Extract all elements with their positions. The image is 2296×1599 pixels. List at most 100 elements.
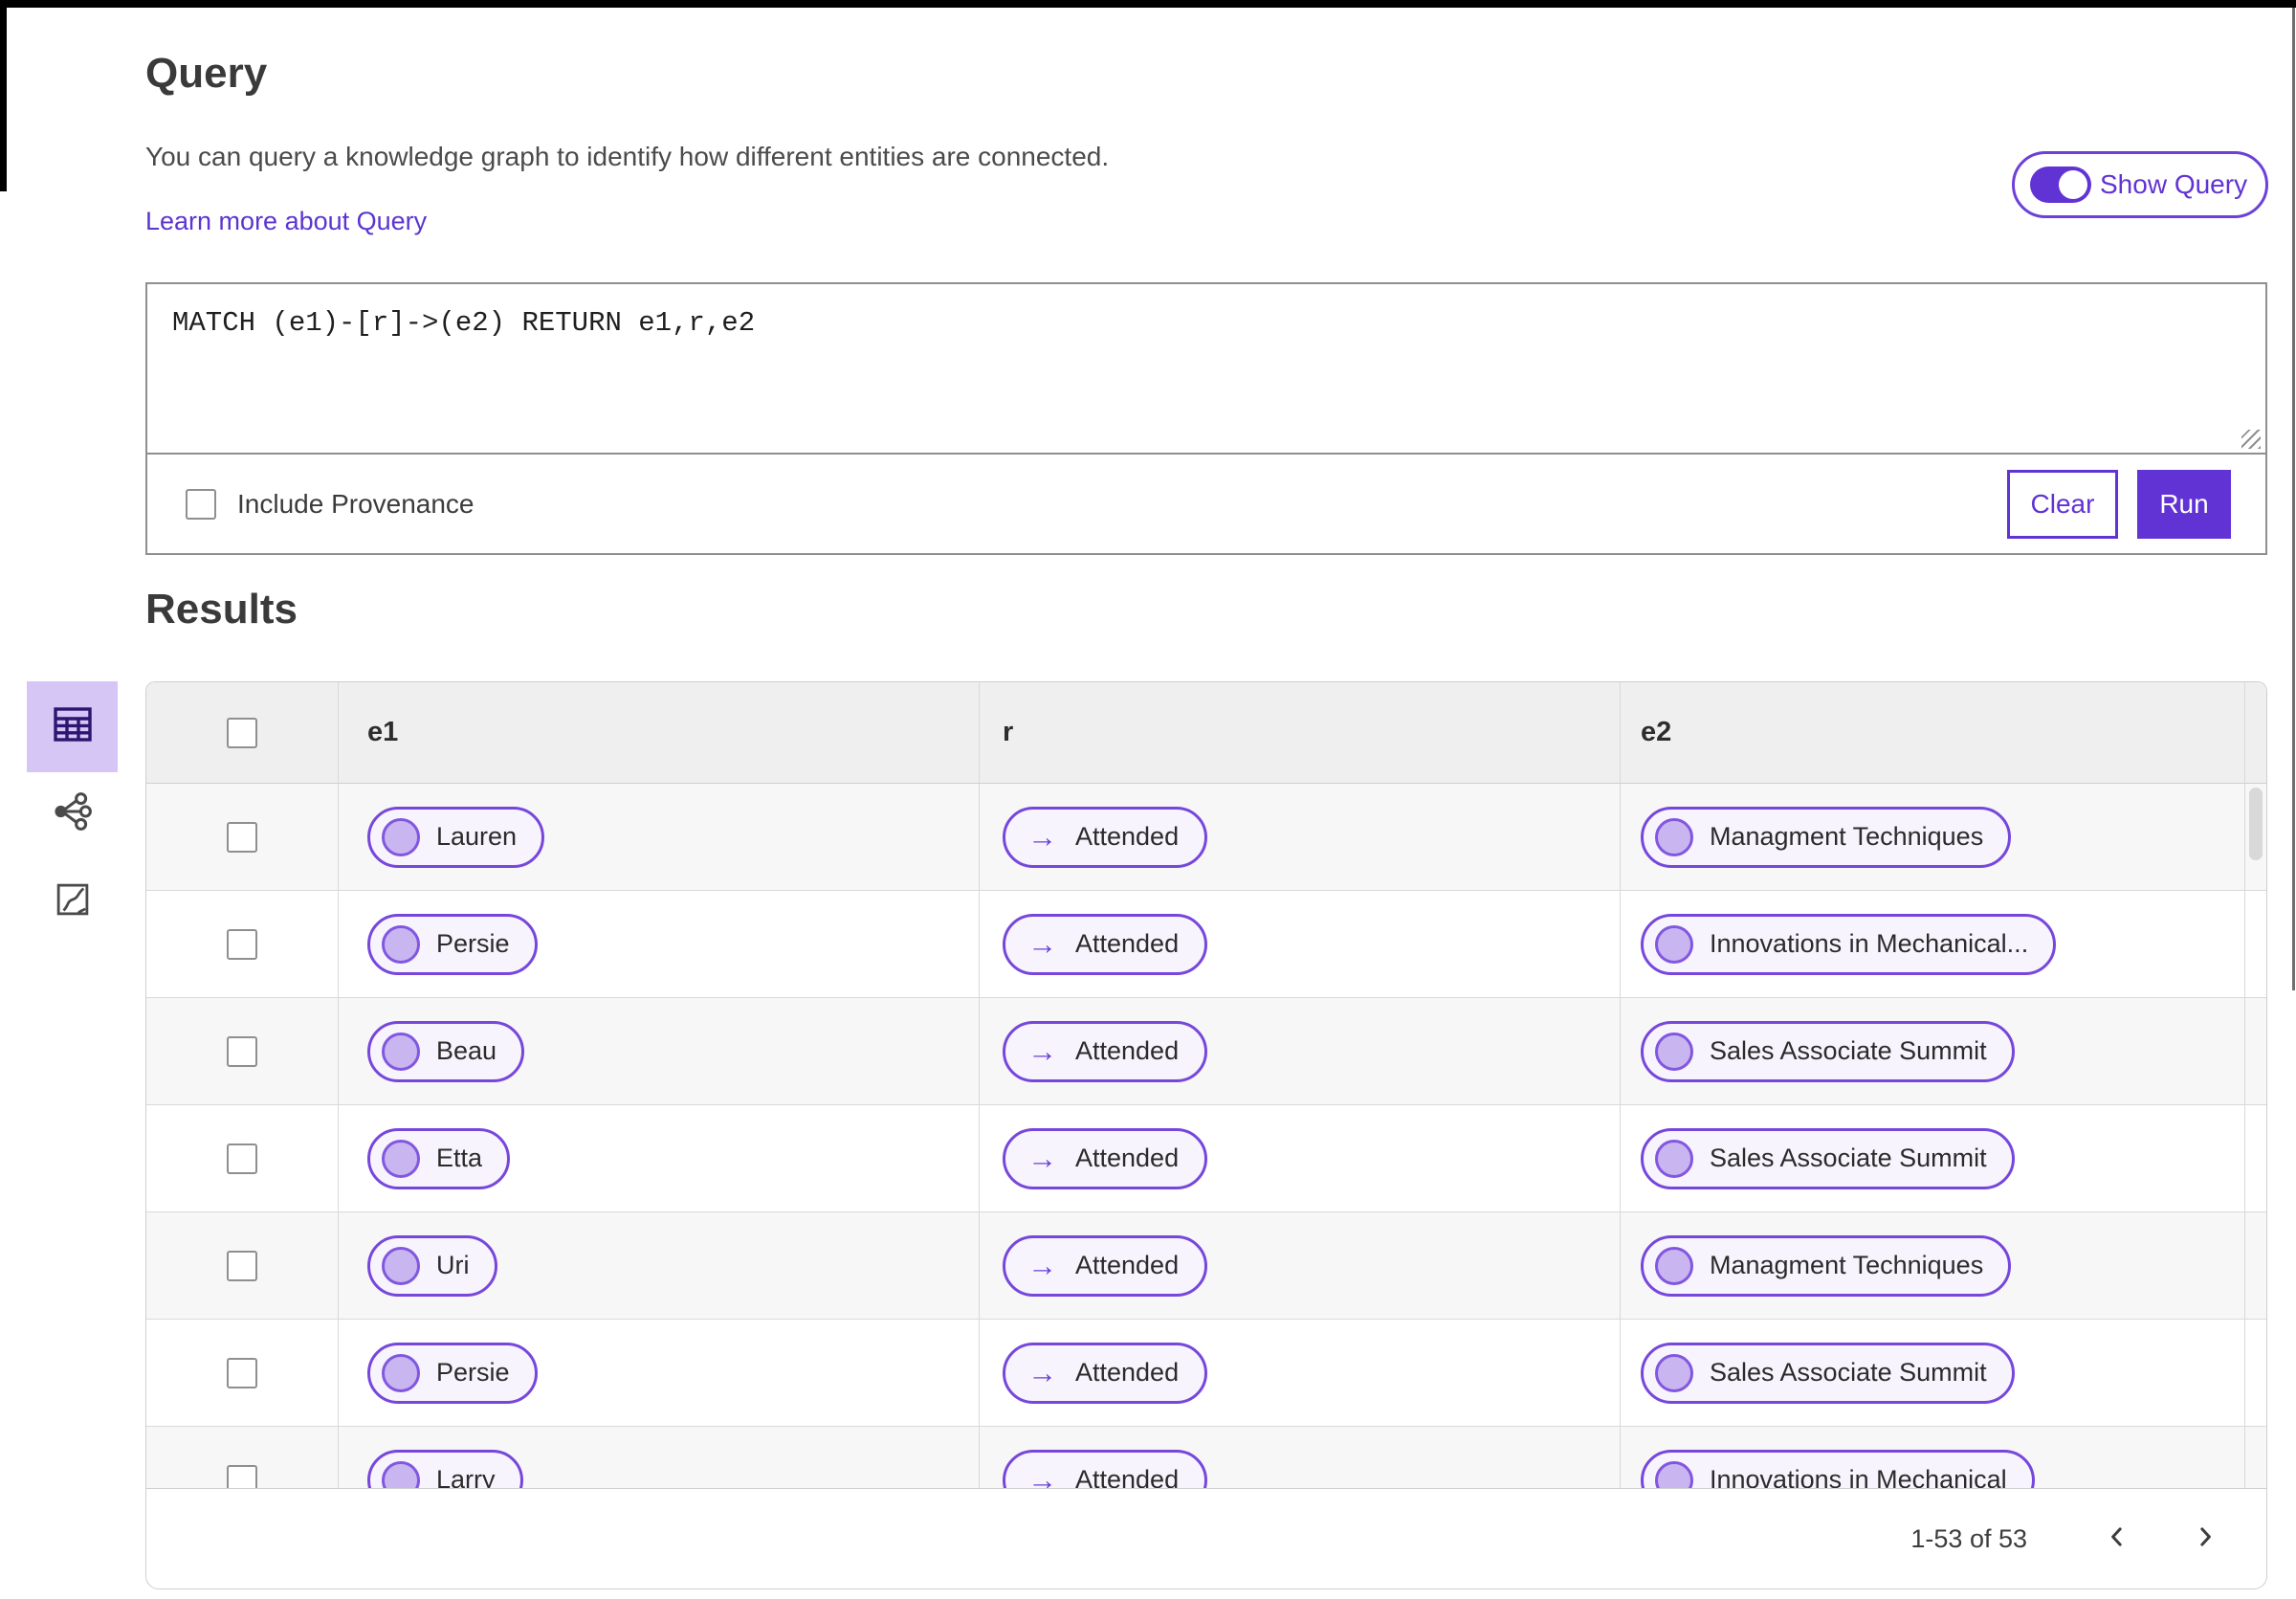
entity-pill[interactable]: Larry xyxy=(367,1449,523,1488)
entity-node-icon xyxy=(1655,924,1693,964)
relation-pill[interactable]: → Attended xyxy=(1003,806,1208,868)
view-switcher-map-view[interactable] xyxy=(27,873,118,930)
arrow-right-icon: → xyxy=(1027,1463,1057,1488)
relation-label: Attended xyxy=(1075,1358,1180,1387)
entity-label: Innovations in Mechanical xyxy=(1710,1465,2007,1488)
entity-node-icon xyxy=(1655,1460,1693,1488)
relation-pill[interactable]: → Attended xyxy=(1003,1127,1208,1189)
row-checkbox[interactable] xyxy=(227,1357,257,1388)
run-button[interactable]: Run xyxy=(2137,470,2231,539)
column-header-e1[interactable]: e1 xyxy=(367,717,398,748)
textarea-resize-handle[interactable] xyxy=(2241,430,2261,449)
entity-node-icon xyxy=(382,817,420,856)
entity-label: Innovations in Mechanical... xyxy=(1710,929,2029,958)
table-view-icon xyxy=(50,701,96,752)
chevron-right-icon xyxy=(2191,1522,2219,1556)
entity-pill[interactable]: Etta xyxy=(367,1127,511,1189)
entity-pill[interactable]: Sales Associate Summit xyxy=(1641,1020,2015,1082)
pagination-bar: 1-53 of 53 xyxy=(145,1488,2267,1589)
arrow-right-icon: → xyxy=(1027,927,1057,961)
entity-node-icon xyxy=(1655,817,1693,856)
relation-pill[interactable]: → Attended xyxy=(1003,1342,1208,1404)
entity-node-icon xyxy=(382,1246,420,1285)
view-switcher-table-view[interactable] xyxy=(27,681,118,772)
arrow-right-icon: → xyxy=(1027,1034,1057,1068)
entity-pill[interactable]: Sales Associate Summit xyxy=(1641,1127,2015,1189)
entity-label: Etta xyxy=(436,1144,483,1172)
query-editor[interactable]: MATCH (e1)-[r]->(e2) RETURN e1,r,e2 xyxy=(172,307,755,339)
entity-label: Managment Techniques xyxy=(1710,1251,1984,1279)
relation-pill[interactable]: → Attended xyxy=(1003,1020,1208,1082)
select-all-checkbox[interactable] xyxy=(227,717,257,748)
table-header-row: e1 r e2 xyxy=(146,682,2266,784)
entity-node-icon xyxy=(382,1139,420,1178)
toggle-switch-icon[interactable] xyxy=(2030,167,2091,203)
entity-pill[interactable]: Persie xyxy=(367,1342,538,1404)
row-checkbox[interactable] xyxy=(227,1143,257,1174)
relation-label: Attended xyxy=(1075,1036,1180,1065)
table-row: Persie → Attended Innovations in Mechanic… xyxy=(146,891,2266,998)
show-query-label: Show Query xyxy=(2100,169,2248,199)
entity-pill[interactable]: Beau xyxy=(367,1020,525,1082)
pagination-prev-button[interactable] xyxy=(2096,1518,2138,1560)
table-row: Larry → Attended Innovations in Mechanica… xyxy=(146,1427,2266,1488)
entity-label: Larry xyxy=(436,1465,496,1488)
table-row: Lauren → Attended Managment Techniques xyxy=(146,784,2266,891)
entity-label: Uri xyxy=(436,1251,470,1279)
column-header-r[interactable]: r xyxy=(1003,717,1013,748)
include-provenance-label: Include Provenance xyxy=(237,488,475,519)
query-section-title: Query xyxy=(145,50,268,97)
entity-pill[interactable]: Innovations in Mechanical... xyxy=(1641,913,2057,975)
entity-pill[interactable]: Persie xyxy=(367,913,538,975)
include-provenance-control[interactable]: Include Provenance xyxy=(186,455,475,553)
relation-pill[interactable]: → Attended xyxy=(1003,913,1208,975)
table-scrollbar-track[interactable] xyxy=(2244,682,2266,1488)
entity-label: Sales Associate Summit xyxy=(1710,1036,1987,1065)
arrow-right-icon: → xyxy=(1027,1249,1057,1282)
clear-button[interactable]: Clear xyxy=(2007,470,2118,539)
entity-node-icon xyxy=(382,924,420,964)
column-header-e2[interactable]: e2 xyxy=(1641,717,1671,748)
row-checkbox[interactable] xyxy=(227,1464,257,1488)
entity-node-icon xyxy=(382,1032,420,1071)
entity-pill[interactable]: Managment Techniques xyxy=(1641,1234,2012,1297)
relation-label: Attended xyxy=(1075,822,1180,851)
row-checkbox[interactable] xyxy=(227,1250,257,1281)
pagination-next-button[interactable] xyxy=(2184,1518,2226,1560)
relation-label: Attended xyxy=(1075,929,1180,958)
relation-pill[interactable]: → Attended xyxy=(1003,1234,1208,1297)
entity-label: Persie xyxy=(436,929,510,958)
entity-pill[interactable]: Uri xyxy=(367,1234,497,1297)
include-provenance-checkbox[interactable] xyxy=(186,488,216,520)
view-switcher-graph-view[interactable] xyxy=(27,785,118,842)
arrow-right-icon: → xyxy=(1027,1142,1057,1175)
toggle-knob xyxy=(2059,170,2087,199)
entity-node-icon xyxy=(382,1460,420,1488)
entity-label: Lauren xyxy=(436,822,518,851)
arrow-right-icon: → xyxy=(1027,820,1057,854)
entity-pill[interactable]: Innovations in Mechanical xyxy=(1641,1449,2035,1488)
relation-label: Attended xyxy=(1075,1144,1180,1172)
table-row: Etta → Attended Sales Associate Summit xyxy=(146,1105,2266,1212)
pagination-range-label: 1-53 of 53 xyxy=(1910,1523,2027,1553)
entity-node-icon xyxy=(1655,1139,1693,1178)
entity-pill[interactable]: Managment Techniques xyxy=(1641,806,2012,868)
row-checkbox[interactable] xyxy=(227,928,257,960)
entity-label: Sales Associate Summit xyxy=(1710,1358,1987,1387)
query-panel: MATCH (e1)-[r]->(e2) RETURN e1,r,e2 Incl… xyxy=(145,282,2267,555)
query-controls-row: Include Provenance Clear Run xyxy=(147,453,2265,553)
entity-pill[interactable]: Sales Associate Summit xyxy=(1641,1342,2015,1404)
window-frame-top xyxy=(0,0,2296,8)
page-scrollbar[interactable] xyxy=(2292,8,2295,990)
graph-view-icon xyxy=(51,789,95,838)
learn-more-link[interactable]: Learn more about Query xyxy=(145,207,427,236)
row-checkbox[interactable] xyxy=(227,1035,257,1067)
table-row: Beau → Attended Sales Associate Summit xyxy=(146,998,2266,1105)
relation-label: Attended xyxy=(1075,1251,1180,1279)
row-checkbox[interactable] xyxy=(227,821,257,853)
entity-node-icon xyxy=(382,1353,420,1392)
table-scrollbar-thumb[interactable] xyxy=(2249,788,2263,860)
show-query-toggle[interactable]: Show Query xyxy=(2012,151,2268,218)
entity-pill[interactable]: Lauren xyxy=(367,806,545,868)
relation-pill[interactable]: → Attended xyxy=(1003,1449,1208,1488)
